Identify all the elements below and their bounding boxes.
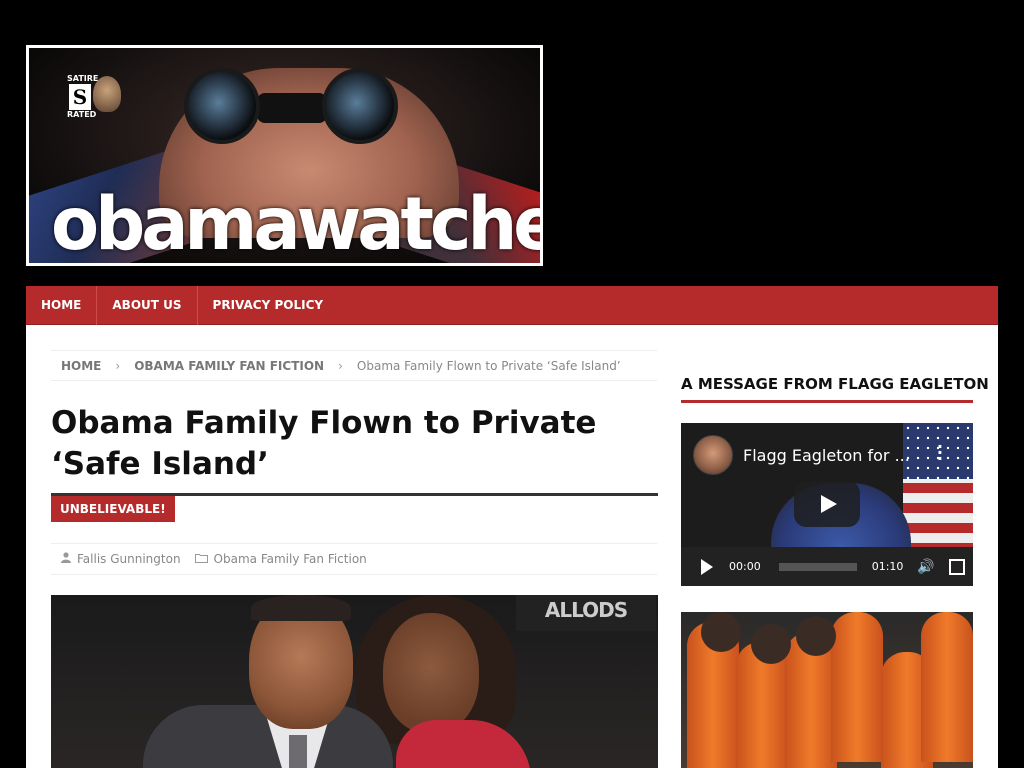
article-title: Obama Family Flown to Private ‘Safe Isla… — [51, 405, 597, 482]
channel-avatar[interactable] — [693, 435, 733, 475]
breadcrumb-category[interactable]: OBAMA FAMILY FAN FICTION — [134, 359, 324, 373]
volume-icon[interactable]: 🔊 — [917, 559, 934, 575]
chevron-right-icon: › — [115, 358, 121, 373]
site-logo[interactable]: SATIRE S RATED obamawatcher — [26, 45, 543, 266]
play-button[interactable] — [701, 558, 713, 575]
fullscreen-icon[interactable] — [948, 558, 965, 575]
badge-letter: S — [69, 84, 91, 110]
badge-bottom-text: RATED — [67, 110, 97, 119]
article-meta: Fallis Gunnington Obama Family Fan Ficti… — [51, 543, 657, 575]
video-controls: 00:00 01:10 🔊 — [681, 547, 973, 586]
user-icon — [61, 552, 71, 566]
chevron-right-icon: › — [338, 358, 343, 373]
folder-icon — [194, 553, 208, 566]
video-player[interactable]: Flagg Eagleton for ... · · · 00:00 01:10 🔊 — [681, 423, 973, 586]
sidebar-image[interactable] — [681, 612, 973, 768]
widget-title: A MESSAGE FROM FLAGG EAGLETON — [681, 375, 989, 403]
more-options-icon[interactable]: · · · — [937, 439, 943, 467]
binoculars-lens-left — [184, 68, 260, 144]
current-time: 00:00 — [729, 560, 761, 573]
main-nav: HOME ABOUT US PRIVACY POLICY — [26, 286, 998, 325]
satire-rated-badge: SATIRE S RATED — [63, 72, 123, 120]
image-watermark: ALLODS — [516, 595, 656, 631]
breadcrumb: HOME › OBAMA FAMILY FAN FICTION › Obama … — [51, 350, 657, 381]
sidebar: A MESSAGE FROM FLAGG EAGLETON Flagg Eagl… — [681, 325, 989, 768]
author-link[interactable]: Fallis Gunnington — [77, 552, 181, 566]
featured-image: ALLODS — [51, 595, 658, 768]
nav-item-about-us[interactable]: ABOUT US — [97, 286, 198, 325]
category-link[interactable]: Obama Family Fan Fiction — [214, 552, 367, 566]
logo-wordmark: obamawatcher — [51, 180, 543, 266]
badge-face-icon — [93, 76, 121, 112]
nav-item-home[interactable]: HOME — [26, 286, 98, 325]
badge-top-text: SATIRE — [67, 74, 99, 83]
breadcrumb-current: Obama Family Flown to Private ‘Safe Isla… — [356, 358, 621, 373]
video-title[interactable]: Flagg Eagleton for ... — [743, 446, 910, 465]
play-icon[interactable] — [794, 481, 860, 527]
binoculars-bridge — [257, 93, 327, 123]
progress-bar[interactable] — [778, 562, 857, 571]
category-tag[interactable]: UNBELIEVABLE! — [51, 496, 175, 522]
breadcrumb-home[interactable]: HOME — [61, 359, 101, 373]
duration: 01:10 — [871, 560, 904, 573]
content-area: HOME › OBAMA FAMILY FAN FICTION › Obama … — [26, 325, 998, 768]
nav-item-privacy-policy[interactable]: PRIVACY POLICY — [198, 286, 339, 325]
binoculars-lens-right — [322, 68, 398, 144]
